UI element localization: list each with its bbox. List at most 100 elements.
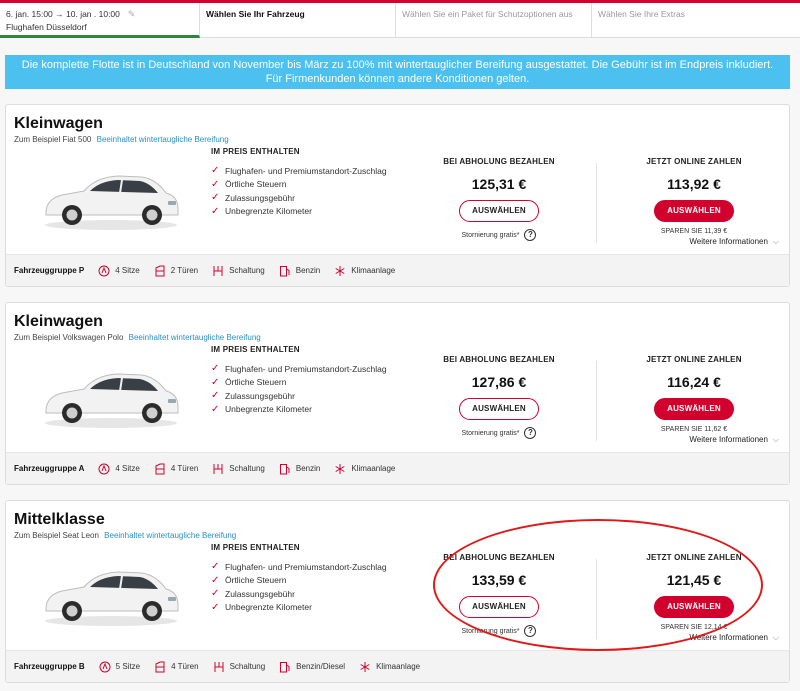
select-online-button[interactable]: AUSWÄHLEN [654, 200, 734, 222]
step-choose-vehicle[interactable]: Wählen Sie Ihr Fahrzeug [200, 3, 396, 38]
step-dates-location[interactable]: 6. jan. 15:00 → 10. jan . 10:00 ✎ Flughaf… [0, 3, 200, 38]
checkmark-icon: ✓ [211, 205, 220, 217]
door-icon [155, 463, 165, 474]
step-extras[interactable]: Wählen Sie Ihre Extras [592, 3, 800, 38]
winter-tyre-link[interactable]: Beeinhaltet wintertaugliche Bereifung [129, 333, 261, 342]
fuel-feature: Benzin [279, 265, 320, 277]
checkmark-icon: ✓ [211, 601, 220, 613]
pay-online-column: JETZT ONLINE ZAHLEN 113,92 € AUSWÄHLEN S… [619, 157, 769, 235]
car-image [45, 571, 179, 626]
booking-steps-bar: 6. jan. 15:00 → 10. jan . 10:00 ✎ Flughaf… [0, 0, 800, 38]
included-item-text: Örtliche Steuern [225, 377, 287, 388]
vehicle-example-text: Zum Beispiel Fiat 500 [14, 135, 92, 144]
seats-text: 5 Sitze [115, 662, 141, 671]
snowflake-icon [335, 463, 345, 474]
checkmark-icon: ✓ [211, 192, 220, 204]
vehicle-card: Kleinwagen Zum Beispiel Volkswagen Polo … [5, 302, 790, 485]
vehicle-group: Fahrzeuggruppe P [14, 266, 85, 275]
included-item-text: Örtliche Steuern [225, 575, 287, 586]
pay-online-price: 121,45 € [666, 572, 722, 588]
checkmark-icon: ✓ [211, 390, 220, 402]
ac-feature: Klimaanlage [334, 463, 395, 475]
winter-tyre-link[interactable]: Beeinhaltet wintertaugliche Bereifung [97, 135, 229, 144]
ac-feature: Klimaanlage [359, 661, 420, 673]
select-pickup-button[interactable]: AUSWÄHLEN [459, 596, 539, 618]
free-cancellation-text: Stornierung gratis* [461, 231, 520, 239]
vehicle-example: Zum Beispiel Volkswagen Polo Beeinhaltet… [14, 333, 261, 342]
pay-at-pickup-price: 125,31 € [471, 176, 527, 192]
pay-at-pickup-price: 133,59 € [471, 572, 527, 588]
fuel-text: Benzin/Diesel [296, 662, 346, 671]
pay-at-pickup-price: 127,86 € [471, 374, 527, 390]
chevron-down-icon: ⌵ [772, 633, 779, 642]
ac-text: Klimaanlage [376, 662, 421, 671]
included-item: ✓ Flughafen- und Premiumstandort-Zuschlag [211, 362, 441, 376]
more-info-link[interactable]: Weitere Informationen ⌵ [689, 435, 779, 445]
included-item-text: Flughafen- und Premiumstandort-Zuschlag [225, 561, 387, 572]
included-item-text: Unbegrenzte Kilometer [225, 206, 312, 217]
included-item: ✓ Zulassungsgebühr [211, 587, 441, 601]
included-item-text: Flughafen- und Premiumstandort-Zuschlag [225, 165, 387, 176]
edit-pencil-icon[interactable]: ✎ [128, 9, 136, 20]
pay-at-pickup-heading: BEI ABHOLUNG BEZAHLEN [443, 157, 555, 166]
seat-icon [98, 463, 110, 474]
doors-feature: 4 Türen [154, 463, 198, 475]
free-cancellation-note: Stornierung gratis* ? [424, 229, 574, 241]
select-pickup-button[interactable]: AUSWÄHLEN [459, 200, 539, 222]
select-pickup-button[interactable]: AUSWÄHLEN [459, 398, 539, 420]
select-online-button[interactable]: AUSWÄHLEN [654, 596, 734, 618]
checkmark-icon: ✓ [211, 561, 220, 573]
included-item: ✓ Örtliche Steuern [211, 376, 441, 390]
included-heading: IM PREIS ENTHALTEN [211, 345, 300, 354]
gearshift-icon [214, 661, 224, 672]
step-location: Flughafen Düsseldorf [6, 22, 87, 32]
snowflake-icon [335, 265, 345, 276]
included-list: IM PREIS ENTHALTEN ✓ Flughafen- und Premi… [211, 345, 441, 416]
pay-at-pickup-heading: BEI ABHOLUNG BEZAHLEN [443, 355, 555, 364]
pay-online-price: 116,24 € [667, 374, 721, 390]
doors-text: 2 Türen [170, 266, 199, 275]
help-question-icon[interactable]: ? [524, 625, 537, 637]
included-item-text: Unbegrenzte Kilometer [225, 602, 312, 613]
transmission-text: Schaltung [229, 662, 266, 671]
vehicle-features-row: Fahrzeuggruppe B 5 Sitze 4 Türen Schaltu… [6, 650, 789, 682]
vehicle-category: Mittelklasse [14, 511, 105, 528]
select-online-button[interactable]: AUSWÄHLEN [654, 398, 734, 420]
included-item-text: Zulassungsgebühr [225, 588, 295, 599]
included-item-text: Örtliche Steuern [225, 179, 287, 190]
winter-tyre-link[interactable]: Beeinhaltet wintertaugliche Bereifung [104, 531, 236, 540]
chevron-down-icon: ⌵ [772, 435, 779, 444]
fuel-text: Benzin [295, 266, 321, 275]
ac-feature: Klimaanlage [334, 265, 395, 277]
help-question-icon[interactable]: ? [524, 427, 537, 439]
included-item-text: Zulassungsgebühr [225, 192, 295, 203]
pay-at-pickup-column: BEI ABHOLUNG BEZAHLEN 127,86 € AUSWÄHLEN… [424, 355, 574, 439]
free-cancellation-text: Stornierung gratis* [461, 627, 520, 635]
help-question-icon[interactable]: ? [524, 229, 537, 241]
transmission-feature: Schaltung [212, 463, 265, 475]
pay-online-column: JETZT ONLINE ZAHLEN 121,45 € AUSWÄHLEN S… [619, 553, 769, 631]
more-info-link[interactable]: Weitere Informationen ⌵ [689, 237, 779, 247]
more-info-text: Weitere Informationen [689, 435, 768, 444]
step-protection[interactable]: Wählen Sie ein Paket für Schutzoptionen … [396, 3, 592, 38]
seats-feature: 4 Sitze [98, 463, 140, 475]
vehicle-features-row: Fahrzeuggruppe P 4 Sitze 2 Türen Schaltu… [6, 254, 789, 286]
doors-feature: 2 Türen [154, 265, 198, 277]
fuel-feature: Benzin [279, 463, 320, 475]
transmission-feature: Schaltung [212, 265, 265, 277]
vehicle-group: Fahrzeuggruppe B [14, 662, 85, 671]
vehicle-card: Kleinwagen Zum Beispiel Fiat 500 Beeinha… [5, 104, 790, 287]
more-info-link[interactable]: Weitere Informationen ⌵ [689, 633, 779, 643]
price-divider [596, 559, 597, 639]
free-cancellation-text: Stornierung gratis* [461, 429, 520, 437]
vehicle-example-text: Zum Beispiel Seat Leon [14, 531, 99, 540]
seat-icon [99, 661, 111, 672]
pay-online-price: 113,92 € [667, 176, 721, 192]
more-info-text: Weitere Informationen [689, 237, 768, 246]
door-icon [155, 661, 165, 672]
fuel-pump-icon [279, 463, 290, 474]
car-image [45, 175, 179, 230]
checkmark-icon: ✓ [211, 178, 220, 190]
fuel-text: Benzin [295, 464, 321, 473]
included-item: ✓ Flughafen- und Premiumstandort-Zuschlag [211, 560, 441, 574]
